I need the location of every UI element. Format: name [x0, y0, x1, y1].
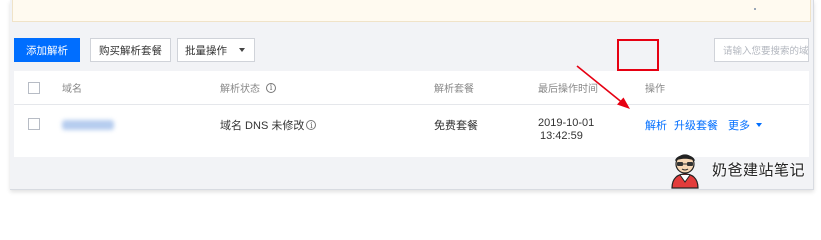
- info-circle-icon[interactable]: i: [266, 82, 276, 93]
- last-op-clock: 13:42:59: [540, 130, 583, 142]
- header-actions: 操作: [645, 84, 665, 95]
- buy-package-button[interactable]: 购买解析套餐: [90, 38, 171, 62]
- header-domain: 域名: [62, 84, 82, 95]
- table-header: 域名 解析状态 i 解析套餐 最后操作时间 操作: [14, 71, 809, 105]
- info-circle-icon[interactable]: i: [306, 120, 317, 130]
- status-text: 域名 DNS 未修改: [220, 120, 305, 132]
- chevron-down-icon: [239, 48, 245, 52]
- header-last-op-time: 最后操作时间: [538, 84, 598, 95]
- notice-bar: [12, 0, 811, 22]
- select-all-checkbox[interactable]: [28, 82, 40, 94]
- more-actions-label: 更多: [728, 120, 750, 132]
- package-cell: 免费套餐: [434, 120, 478, 132]
- chevron-down-icon: [756, 123, 762, 127]
- header-status-label: 解析状态: [220, 84, 260, 95]
- batch-operation-select[interactable]: 批量操作: [177, 38, 255, 62]
- highlight-box-annotation: [617, 39, 659, 71]
- cartoon-avatar-icon: [671, 154, 699, 189]
- header-package: 解析套餐: [434, 84, 474, 95]
- header-status: 解析状态 i: [220, 71, 276, 104]
- add-record-button[interactable]: 添加解析: [14, 38, 80, 62]
- status-cell: 域名 DNS 未修改 i: [220, 105, 317, 145]
- upgrade-package-link[interactable]: 升级套餐: [674, 105, 718, 145]
- more-actions-dropdown[interactable]: 更多: [728, 105, 762, 145]
- redacted-domain-name: [62, 120, 114, 130]
- domain-table: 域名 解析状态 i 解析套餐 最后操作时间 操作 域名 DNS 未修改 i 免费…: [14, 71, 809, 157]
- watermark: 奶爸建站笔记: [664, 148, 805, 190]
- notice-marker: [754, 8, 756, 10]
- watermark-text: 奶爸建站笔记: [712, 161, 806, 179]
- last-op-time-cell: 2019-10-01 13:42:59: [538, 117, 594, 143]
- domain-name-cell[interactable]: [62, 105, 114, 145]
- search-input[interactable]: 请输入您要搜索的域: [714, 38, 809, 62]
- last-op-date: 2019-10-01: [538, 117, 595, 129]
- batch-operation-label: 批量操作: [185, 44, 227, 57]
- resolve-link[interactable]: 解析: [645, 105, 667, 145]
- search-placeholder: 请输入您要搜索的域: [723, 46, 809, 57]
- row-checkbox[interactable]: [28, 118, 40, 130]
- toolbar: 添加解析 购买解析套餐 批量操作: [14, 38, 255, 62]
